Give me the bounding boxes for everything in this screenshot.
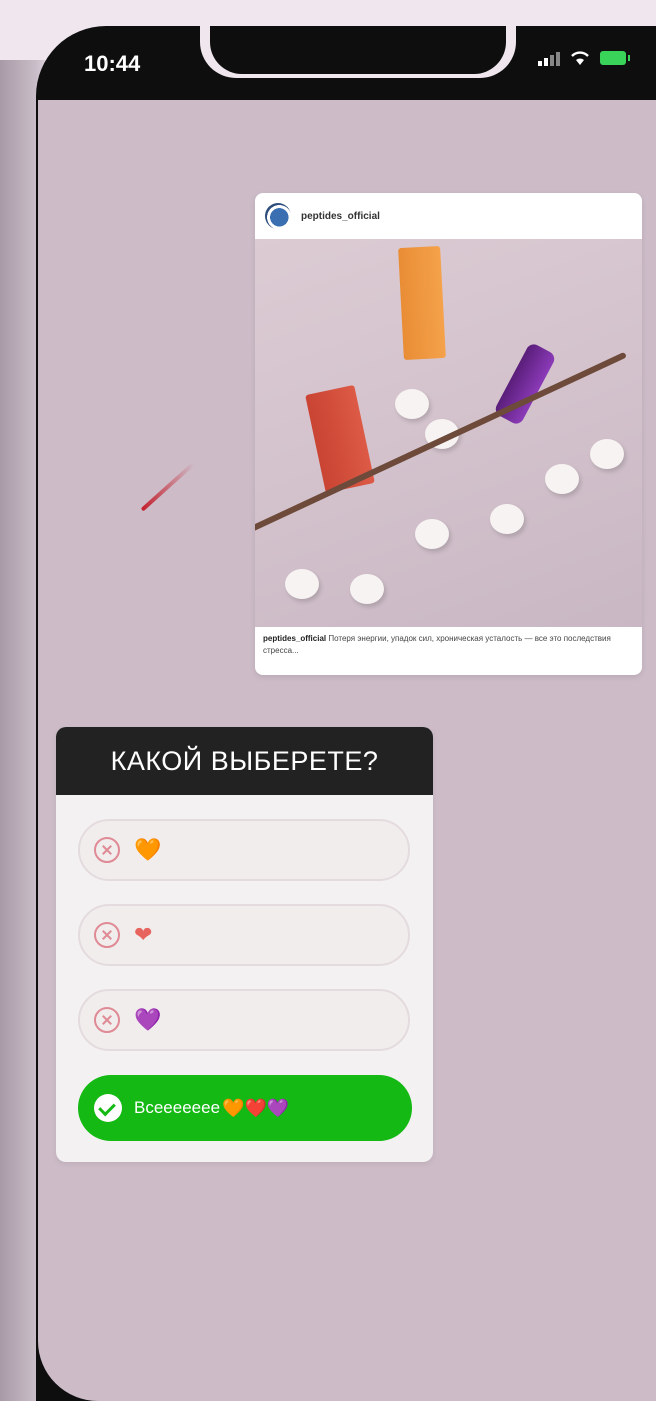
cotton-flower	[285, 569, 319, 599]
quiz-option-3[interactable]: 💜	[78, 989, 410, 1051]
phone-notch	[210, 26, 506, 74]
cotton-flower	[545, 464, 579, 494]
quiz-option-2[interactable]: ❤	[78, 904, 410, 966]
post-avatar[interactable]	[265, 203, 291, 229]
wrong-answer-icon	[94, 922, 120, 948]
cotton-branch	[255, 351, 627, 535]
orange-heart-icon: 🧡	[134, 837, 162, 862]
cotton-flower	[590, 439, 624, 469]
correct-option-label: Всеееееее	[134, 1098, 221, 1117]
status-icons	[538, 50, 630, 66]
caption-username: peptides_official	[263, 634, 327, 643]
check-icon	[94, 1094, 122, 1122]
quiz-sticker: КАКОЙ ВЫБЕРЕТЕ? 🧡 ❤ 💜 Всеееееее 🧡❤️💜	[56, 727, 433, 1162]
post-image[interactable]	[255, 239, 642, 627]
cotton-flower	[490, 504, 524, 534]
cotton-flower	[415, 519, 449, 549]
purple-heart-icon: 💜	[134, 1007, 162, 1032]
wifi-icon	[571, 51, 589, 65]
shared-post-card[interactable]: peptides_official peptides_official Поте…	[255, 193, 642, 675]
quiz-correct-option[interactable]: Всеееееее 🧡❤️💜	[78, 1075, 412, 1141]
product-orange-box	[398, 245, 446, 361]
cotton-flower	[395, 389, 429, 419]
post-username[interactable]: peptides_official	[301, 211, 380, 222]
status-time: 10:44	[84, 51, 141, 76]
post-header: peptides_official	[255, 193, 642, 239]
red-heart-icon: ❤	[134, 922, 153, 947]
cotton-flower	[350, 574, 384, 604]
quiz-title: КАКОЙ ВЫБЕРЕТЕ?	[56, 727, 433, 795]
signal-icon	[538, 50, 560, 66]
hearts-icon: 🧡❤️💜	[222, 1097, 290, 1118]
quiz-option-1[interactable]: 🧡	[78, 819, 410, 881]
wrong-answer-icon	[94, 837, 120, 863]
battery-icon	[600, 51, 630, 65]
post-caption: peptides_official Потеря энергии, упадок…	[255, 627, 642, 663]
wrong-answer-icon	[94, 1007, 120, 1033]
